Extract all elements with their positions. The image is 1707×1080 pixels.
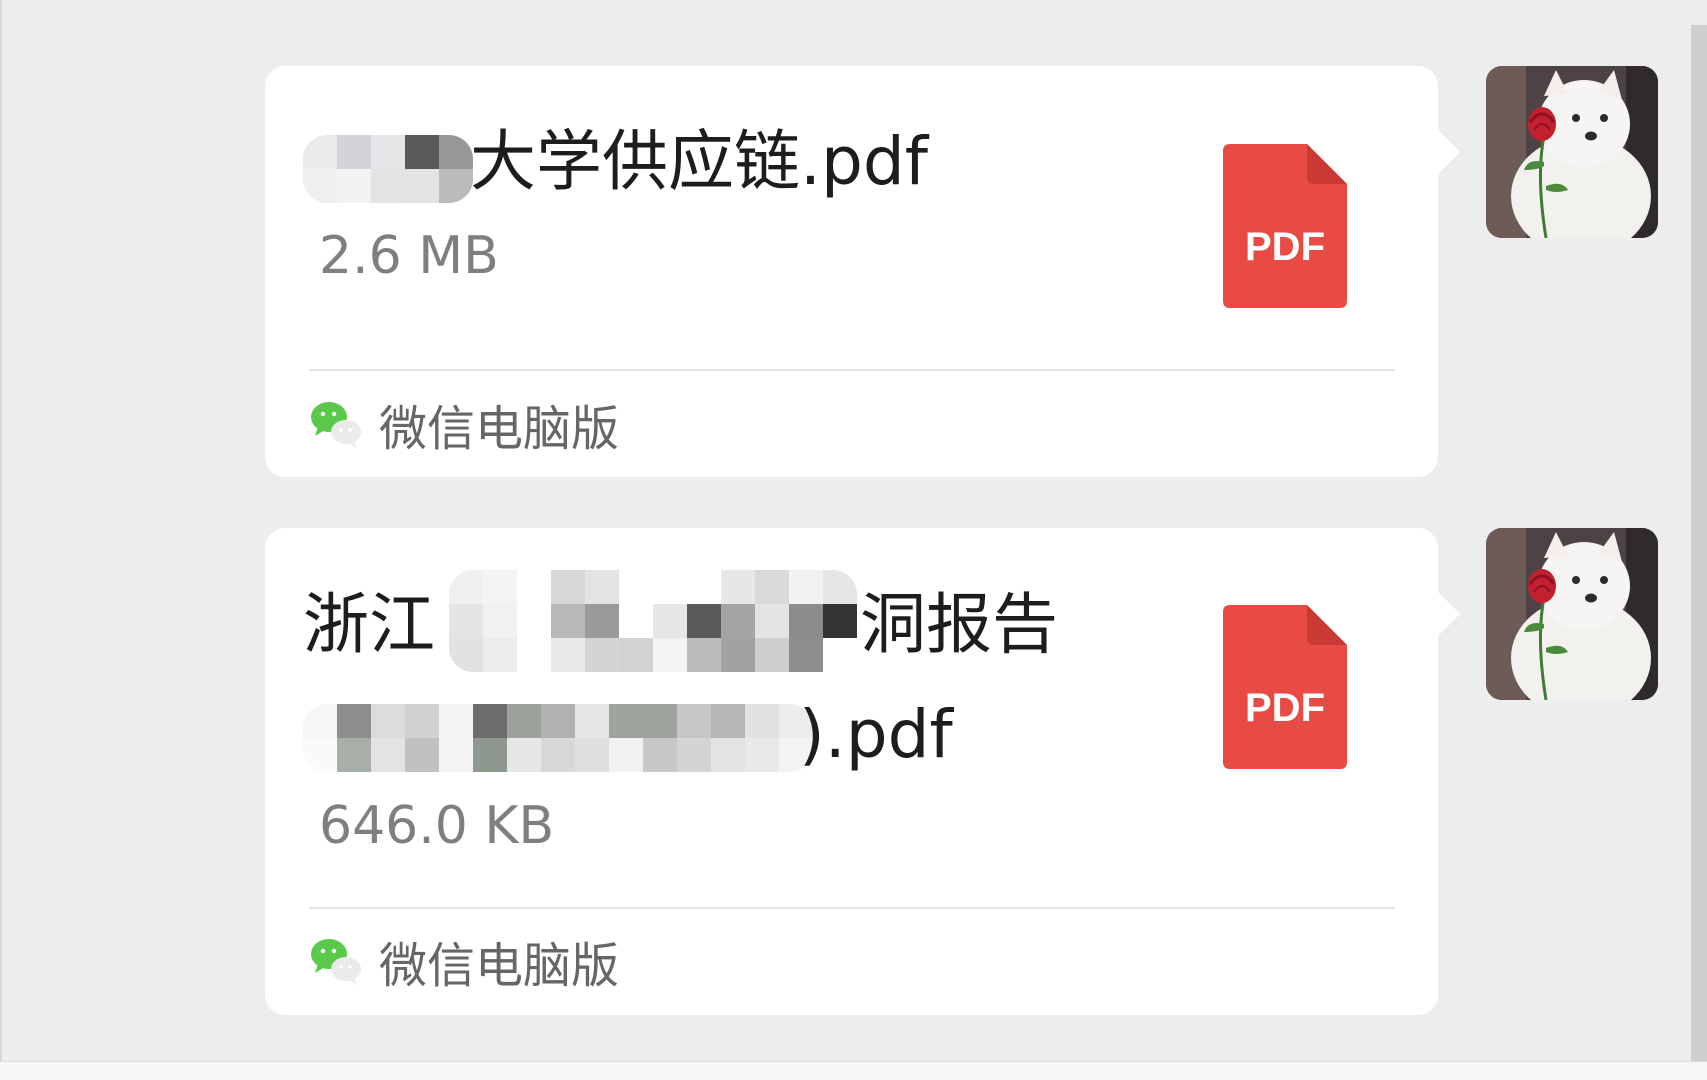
bottom-edge bbox=[0, 1061, 1707, 1080]
file-size: 2.6 MB bbox=[319, 226, 499, 286]
source-label: 微信电脑版 bbox=[379, 401, 620, 457]
wechat-icon bbox=[309, 933, 365, 989]
pdf-icon-label: PDF bbox=[1245, 225, 1325, 269]
pdf-icon-label: PDF bbox=[1245, 686, 1325, 730]
avatar[interactable] bbox=[1486, 528, 1658, 700]
redacted-mosaic bbox=[303, 135, 473, 203]
bubble-tail bbox=[1438, 130, 1460, 174]
file-name: 大学供应链.pdf bbox=[470, 123, 929, 200]
source-app: 微信电脑版 bbox=[309, 926, 619, 996]
scrollbar[interactable] bbox=[1691, 25, 1707, 1062]
file-message-bubble[interactable]: 浙江 洞报告 ).pdf 646.0 KB PDF 微信电脑版 bbox=[265, 528, 1438, 1015]
divider bbox=[309, 907, 1395, 909]
file-size: 646.0 KB bbox=[319, 796, 555, 856]
window-left-edge bbox=[0, 0, 2, 1062]
redacted-mosaic bbox=[449, 570, 857, 672]
source-label: 微信电脑版 bbox=[379, 938, 620, 994]
wechat-icon bbox=[309, 396, 365, 452]
bubble-tail bbox=[1438, 592, 1460, 636]
divider bbox=[309, 369, 1395, 371]
avatar[interactable] bbox=[1486, 66, 1658, 238]
file-name-middle: 洞报告 bbox=[860, 586, 1058, 663]
pdf-file-icon: PDF bbox=[1223, 144, 1347, 308]
source-app: 微信电脑版 bbox=[309, 389, 619, 459]
file-name-start: 浙江 bbox=[303, 586, 435, 663]
pdf-file-icon: PDF bbox=[1223, 605, 1347, 769]
file-name-end: ).pdf bbox=[799, 696, 953, 773]
redacted-mosaic bbox=[303, 704, 813, 772]
file-message-bubble[interactable]: 大学供应链.pdf 2.6 MB PDF 微信电脑版 bbox=[265, 66, 1438, 477]
